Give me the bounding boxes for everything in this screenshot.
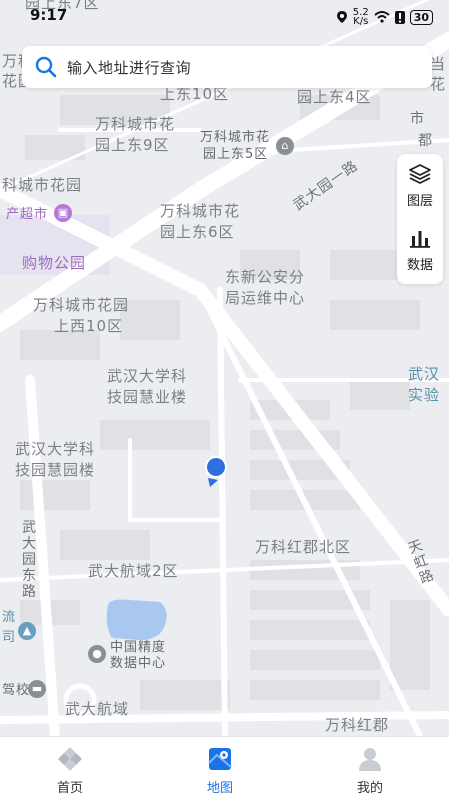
map-label-vanke-5: 万科城市花 bbox=[200, 130, 271, 145]
map-label-wuda-aero-2: 武大航域2区 bbox=[88, 562, 179, 580]
nav-home[interactable]: 首页 bbox=[10, 737, 130, 801]
map-label-school: 驾校 bbox=[2, 683, 31, 698]
nav-home-label: 首页 bbox=[56, 781, 83, 796]
map-label-whu-sci-b: 技园慧业楼 bbox=[107, 388, 188, 406]
nav-map-label: 地图 bbox=[206, 781, 233, 796]
map-label-whu-garden: 武汉大学科 bbox=[15, 440, 96, 458]
bar-chart-icon bbox=[410, 231, 430, 248]
map-label-data-center: 中国精度 bbox=[110, 640, 167, 655]
status-bar: 9:17 5.2 K/s 30 bbox=[0, 0, 449, 34]
nav-map[interactable]: 地图 bbox=[160, 737, 280, 801]
current-location-icon bbox=[207, 458, 225, 476]
data-label: 数据 bbox=[406, 258, 433, 273]
map-label-whu-sci: 武汉大学科 bbox=[107, 367, 188, 385]
search-icon bbox=[35, 56, 57, 78]
map-label-wuhan-lab-b: 实验 bbox=[408, 386, 441, 404]
data-button[interactable]: 数据 bbox=[397, 220, 443, 280]
home-icon bbox=[58, 747, 82, 771]
map-side-panel: 图层 数据 bbox=[397, 154, 443, 284]
map-label-vanke-6b: 园上东6区 bbox=[160, 223, 235, 241]
search-input[interactable]: 输入地址进行查询 bbox=[67, 57, 191, 78]
map-label-left-si: 司 bbox=[2, 630, 17, 645]
map-label-shopping-park: 购物公园 bbox=[22, 254, 87, 272]
map-label-police-b: 局运维中心 bbox=[225, 289, 306, 307]
map-label-vanke-red-north: 万科红郡北区 bbox=[255, 538, 352, 556]
nav-mine[interactable]: 我的 bbox=[310, 737, 430, 801]
map-label-vanke-6: 万科城市花 bbox=[160, 202, 241, 220]
search-bar[interactable]: 输入地址进行查询 bbox=[22, 46, 432, 88]
map-label-vanke-9: 万科城市花 bbox=[95, 115, 176, 133]
battery-indicator: 30 bbox=[409, 9, 433, 25]
road-label-du: 都 bbox=[418, 133, 433, 149]
location-direction-icon bbox=[208, 478, 218, 487]
map-label-vanke-10w: 万科城市花园 bbox=[33, 296, 130, 314]
wifi-icon bbox=[374, 11, 390, 23]
alert-icon bbox=[394, 10, 405, 24]
status-icons: 5.2 K/s 30 bbox=[336, 8, 433, 27]
map-label-wuhan-lab: 武汉 bbox=[408, 365, 441, 383]
road-label-shi: 市 bbox=[410, 111, 425, 127]
map-label-vanke-9b: 园上东9区 bbox=[95, 136, 170, 154]
layers-icon bbox=[409, 164, 431, 184]
map-label-left-flow: 流 bbox=[2, 610, 17, 625]
layers-label: 图层 bbox=[406, 194, 433, 209]
layers-button[interactable]: 图层 bbox=[397, 156, 443, 216]
network-speed: 5.2 K/s bbox=[353, 8, 369, 27]
map-label-vanke-10w-b: 上西10区 bbox=[54, 317, 124, 335]
network-speed-unit: K/s bbox=[353, 16, 369, 27]
bottom-nav: 首页 地图 我的 bbox=[0, 736, 449, 801]
map-label-vanke-garden: 科城市花园 bbox=[2, 176, 83, 194]
status-time: 9:17 bbox=[30, 6, 68, 24]
map-label-vanke-red: 万科红郡 bbox=[325, 716, 390, 734]
map-pin-icon[interactable]: ● bbox=[88, 645, 106, 663]
map-label-whu-garden-b: 技园慧园楼 bbox=[15, 461, 96, 479]
shopping-cart-icon[interactable]: ▣ bbox=[54, 204, 72, 222]
user-icon bbox=[359, 748, 381, 771]
map-icon bbox=[208, 748, 232, 770]
map-label-vanke-5b: 园上东5区 bbox=[203, 147, 269, 162]
map-label-supermarket: 产超市 bbox=[6, 207, 49, 222]
nav-mine-label: 我的 bbox=[356, 781, 383, 796]
map-label-right-edge: 当 bbox=[430, 55, 447, 73]
map-view[interactable]: 园上东7区 万科 花园 上东10区 园上东4区 当 花 万科城市花 园上东9区 … bbox=[0, 0, 449, 736]
building-poi-icon[interactable]: ⌂ bbox=[276, 137, 294, 155]
map-label-top-right: 园上东4区 bbox=[297, 88, 372, 106]
location-status-icon bbox=[336, 11, 347, 23]
car-icon[interactable]: ▬ bbox=[28, 680, 46, 698]
map-label-police: 东新公安分 bbox=[225, 268, 306, 286]
map-label-wuda-aero: 武大航域 bbox=[65, 700, 130, 718]
company-poi-icon[interactable]: ▲ bbox=[18, 622, 36, 640]
road-label-wuda-east: 武大园东路 bbox=[22, 520, 37, 600]
map-base bbox=[0, 0, 449, 736]
map-label-data-center-b: 数据中心 bbox=[110, 656, 167, 671]
map-label-right-edge-2: 花 bbox=[430, 75, 447, 93]
